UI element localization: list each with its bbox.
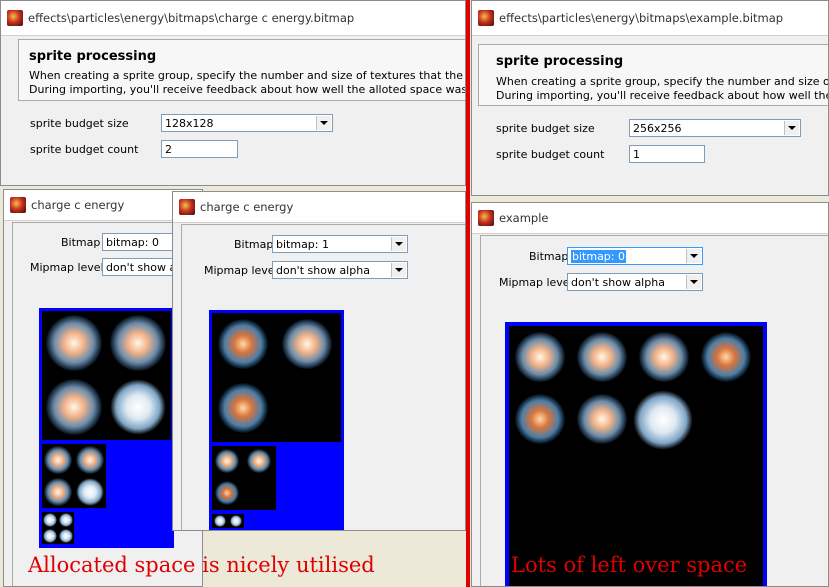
caption-right: Lots of left over space [511,553,748,577]
flame-app-icon [478,10,494,26]
left-tag-window: effects\particles\energy\bitmaps\charge … [0,0,466,186]
sprite [247,449,271,473]
right-tag-titlebar[interactable]: effects\particles\energy\bitmaps\example… [472,1,828,36]
sprite [218,383,268,433]
sprite [215,449,239,473]
sprite [110,379,166,435]
sprite [515,332,565,382]
viewer-3-mipmap-value: don't show alpha [571,276,665,289]
sprite [59,529,73,543]
sprite-sheet-large [509,326,763,586]
sprite-budget-size-value: 256x256 [633,122,682,135]
sprite [46,379,102,435]
viewer-2-bitmap-dropdown[interactable]: bitmap: 1 [272,235,408,253]
viewer-2-title: charge c energy [200,200,294,214]
sprite-budget-count-field[interactable]: 2 [161,140,238,158]
sprite [44,446,72,474]
sprite-processing-desc-2: During importing, you'll receive feedbac… [496,89,828,102]
sprite-budget-size-dropdown[interactable]: 256x256 [629,119,801,137]
sprite-sheet-mip-2 [212,514,244,528]
sprite [633,390,693,450]
sprite [282,319,332,369]
viewer-2-bitmap-value: bitmap: 1 [276,238,329,251]
chevron-down-icon[interactable] [391,237,406,251]
sprite-sheet-large [42,311,171,440]
left-tag-path: effects\particles\energy\bitmaps\charge … [28,11,355,25]
chevron-down-icon[interactable] [391,263,406,277]
sprite [110,315,166,371]
sprite [215,481,239,505]
viewer-2-mipmap-value: don't show alpha [276,264,370,277]
sprite-sheet-mip-2 [42,512,74,544]
bitmap-viewer-3: example Bitmap bitmap: 0 Mipmap level do… [471,202,829,587]
viewer-3-bitmap-value: bitmap: 0 [571,250,626,263]
viewer-3-titlebar[interactable]: example [472,203,828,234]
viewer-2-titlebar[interactable]: charge c energy [173,192,465,223]
viewer-1-bitmap-preview [39,308,174,548]
sprite-budget-size-label: sprite budget size [496,122,595,135]
sprite [44,478,72,506]
comparison-divider [466,0,470,587]
sprite-budget-size-label: sprite budget size [30,117,129,130]
sprite-budget-count-label: sprite budget count [30,143,139,156]
sprite [639,332,689,382]
chevron-down-icon[interactable] [686,249,701,263]
sprite [76,478,104,506]
sprite [76,446,104,474]
viewer-2-bitmap-label: Bitmap [234,238,274,251]
sprite-sheet-large [212,313,341,442]
caption-left: Allocated space is nicely utilised [28,553,375,577]
flame-app-icon [179,199,195,215]
sprite [230,515,242,527]
viewer-3-bitmap-label: Bitmap [529,250,569,263]
viewer-3-bitmap-dropdown[interactable]: bitmap: 0 [567,247,703,265]
sprite-sheet-mip-1 [212,446,276,510]
right-tag-path: effects\particles\energy\bitmaps\example… [499,11,784,25]
right-tag-window: effects\particles\energy\bitmaps\example… [471,0,829,196]
chevron-down-icon[interactable] [784,121,799,135]
sprite [214,515,226,527]
flame-app-icon [7,10,23,26]
chevron-down-icon[interactable] [686,275,701,289]
sprite [701,332,751,382]
sprite-budget-count-value: 2 [165,143,172,156]
viewer-1-title: charge c energy [31,198,125,212]
sprite [43,529,57,543]
sprite-budget-count-field[interactable]: 1 [629,145,705,163]
sprite [577,394,627,444]
sprite-budget-count-label: sprite budget count [496,148,605,161]
viewer-3-title: example [499,211,549,225]
sprite-processing-desc-1: When creating a sprite group, specify th… [29,69,465,82]
sprite-processing-desc-2: During importing, you'll receive feedbac… [29,83,466,96]
sprite-sheet-mip-1 [42,444,106,508]
sprite-budget-size-dropdown[interactable]: 128x128 [161,114,333,132]
left-tag-titlebar[interactable]: effects\particles\energy\bitmaps\charge … [1,1,465,36]
sprite [218,319,268,369]
sprite [59,513,73,527]
sprite-processing-desc-1: When creating a sprite group, specify th… [496,75,828,88]
sprite-processing-title: sprite processing [29,49,157,64]
viewer-3-bitmap-preview [505,322,767,586]
sprite [577,332,627,382]
sprite [46,315,102,371]
sprite [43,513,57,527]
viewer-2-mipmap-label: Mipmap level [204,264,278,277]
viewer-2-bitmap-preview [209,310,344,530]
sprite-processing-title: sprite processing [496,54,624,69]
sprite [515,394,565,444]
viewer-2-mipmap-dropdown[interactable]: don't show alpha [272,261,408,279]
sprite-budget-count-value: 1 [633,148,640,161]
bitmap-viewer-2: charge c energy Bitmap bitmap: 1 Mipmap … [172,191,466,531]
chevron-down-icon[interactable] [316,116,331,130]
viewer-3-mipmap-label: Mipmap level [499,276,573,289]
viewer-1-bitmap-label: Bitmap [61,236,101,249]
viewer-3-mipmap-dropdown[interactable]: don't show alpha [567,273,703,291]
viewer-1-mipmap-label: Mipmap level [30,261,104,274]
viewer-1-bitmap-value: bitmap: 0 [106,236,159,249]
flame-app-icon [10,197,26,213]
sprite-budget-size-value: 128x128 [165,117,214,130]
flame-app-icon [478,210,494,226]
